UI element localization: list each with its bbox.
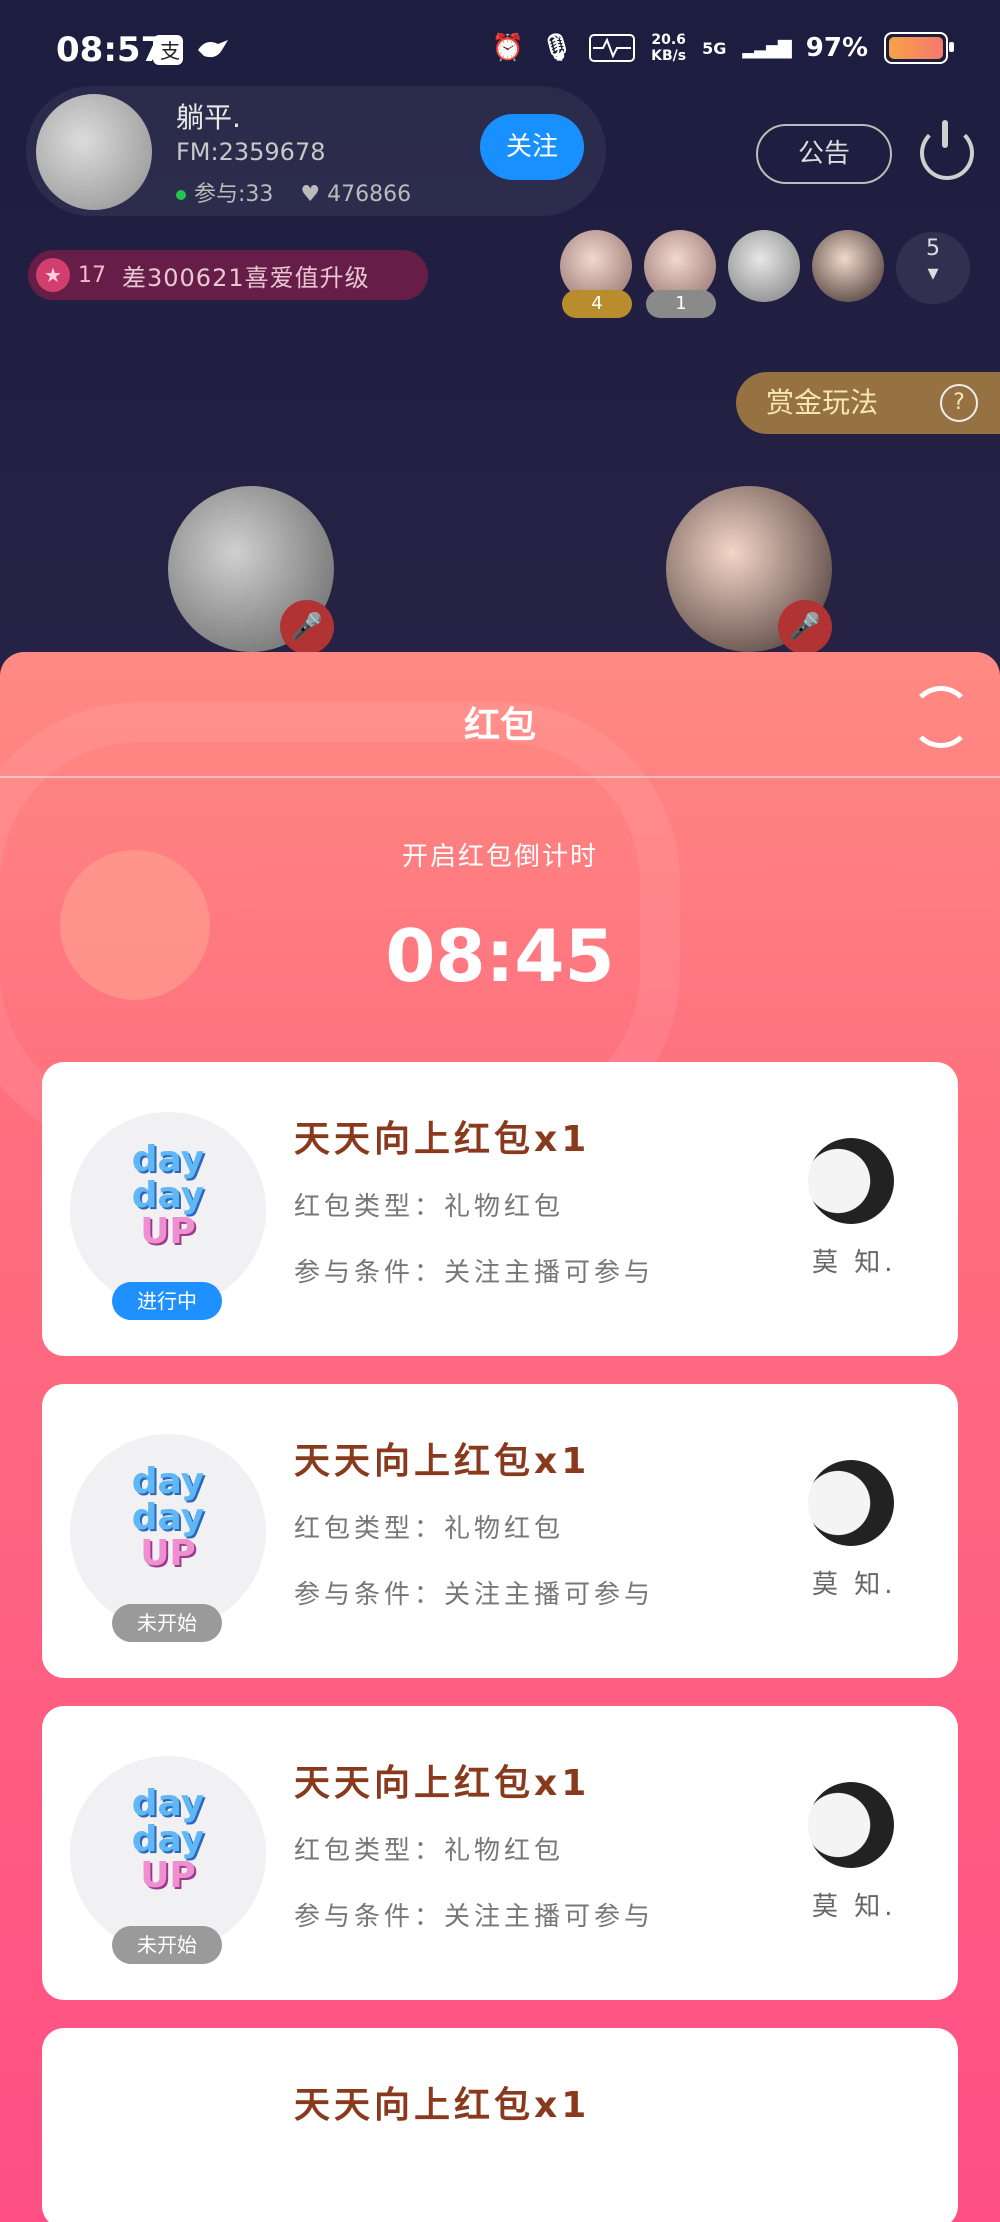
chevron-down-icon: ▾: [927, 261, 939, 286]
logo-line: day: [131, 1783, 205, 1824]
battery-icon: [884, 32, 954, 64]
battery-text: 97%: [805, 33, 868, 63]
packet-image: day day UP: [70, 1756, 266, 1952]
heart-icon: ♥: [300, 182, 321, 207]
host-name: 躺平.: [176, 101, 241, 134]
alipay-icon: 支: [152, 34, 184, 73]
logo-line: UP: [140, 1211, 196, 1252]
help-icon[interactable]: ?: [940, 384, 978, 422]
red-packet-card[interactable]: day day UP 未开始 天天向上红包x1 红包类型：礼物红包 参与条件：关注主…: [42, 1706, 958, 2000]
logo-line: day: [131, 1175, 205, 1216]
more-viewers-button[interactable]: 5 ▾: [896, 232, 970, 304]
viewer-badge: 4: [562, 290, 632, 318]
mic-off-icon: 🎤: [280, 600, 334, 654]
packet-title: 天天向上红包x1: [294, 1763, 591, 1804]
logo-line: UP: [140, 1855, 196, 1896]
status-time: 08:57: [56, 30, 165, 70]
red-packet-sheet: 红包 开启红包倒计时 08:45 day day UP 进行中 天天向上红包x1 红…: [0, 652, 1000, 2222]
packet-condition: 参与条件：关注主播可参与: [294, 1580, 655, 1610]
level-progress-banner[interactable]: ★ 17 差300621喜爱值升级: [28, 250, 428, 300]
alarm-icon: ⏰: [491, 33, 525, 63]
logo-line: day: [131, 1497, 205, 1538]
mic-status-icon: 🎙: [540, 33, 574, 63]
packet-image: day day UP: [70, 1434, 266, 1630]
likes-count: 476866: [327, 182, 412, 207]
bounty-play-button[interactable]: 赏金玩法 ?: [736, 372, 1000, 434]
status-right: ⏰ 🎙 20.6 KB/s 5G ▂▃▅▇ 97%: [491, 32, 954, 64]
host-stats: 参与:33 ♥ 476866: [176, 176, 411, 208]
sender-avatar[interactable]: [808, 1782, 894, 1868]
sender-name: 莫 知.: [812, 1248, 897, 1278]
mic-off-icon: 🎤: [778, 600, 832, 654]
refresh-icon[interactable]: [910, 686, 972, 748]
logo-line: day: [131, 1461, 205, 1502]
logo-line: day: [131, 1819, 205, 1860]
status-bar: 08:57 支 ⏰ 🎙 20.6 KB/s 5G ▂▃▅▇ 97%: [0, 0, 1000, 90]
svg-text:支: 支: [160, 39, 180, 63]
activity-icon: [589, 34, 636, 62]
bird-icon: [196, 34, 230, 71]
more-viewers-count: 5: [926, 236, 940, 261]
level-text: 差300621喜爱值升级: [122, 263, 370, 292]
host-card[interactable]: 躺平. FM:2359678 参与:33 ♥ 476866 关注: [26, 86, 606, 216]
net-speed-value: 20.6: [651, 32, 686, 48]
packet-type: 红包类型：礼物红包: [294, 1514, 565, 1544]
bounty-label: 赏金玩法: [766, 386, 879, 419]
sender-name: 莫 知.: [812, 1892, 897, 1922]
net-speed-unit: KB/s: [651, 48, 687, 64]
day-day-up-logo: day day UP: [112, 1786, 224, 1894]
day-day-up-logo: day day UP: [112, 1142, 224, 1250]
signal-label: 5G: [702, 38, 727, 58]
participant-count: 参与:33: [194, 182, 274, 207]
follow-button[interactable]: 关注: [480, 114, 584, 180]
status-badge: 未开始: [112, 1604, 222, 1642]
power-icon[interactable]: [920, 120, 974, 180]
star-icon: ★: [36, 258, 70, 292]
viewer-avatar[interactable]: [728, 230, 800, 302]
host-fm-id: FM:2359678: [176, 138, 326, 166]
packet-condition: 参与条件：关注主播可参与: [294, 1902, 655, 1932]
sender-name: 莫 知.: [812, 1570, 897, 1600]
sender-avatar[interactable]: [808, 1138, 894, 1224]
notice-button[interactable]: 公告: [756, 124, 892, 184]
red-packet-card[interactable]: day day UP 进行中 天天向上红包x1 红包类型：礼物红包 参与条件：关注主…: [42, 1062, 958, 1356]
packet-condition: 参与条件：关注主播可参与: [294, 1258, 655, 1288]
level-number: 17: [78, 262, 106, 288]
logo-line: UP: [140, 1533, 196, 1574]
viewer-avatar[interactable]: [812, 230, 884, 302]
packet-title: 天天向上红包x1: [294, 1441, 591, 1482]
packet-image: day day UP: [70, 1112, 266, 1308]
sender-avatar[interactable]: [808, 1460, 894, 1546]
divider: [0, 776, 1000, 778]
home-indicator[interactable]: [300, 2192, 700, 2202]
packet-type: 红包类型：礼物红包: [294, 1836, 565, 1866]
packet-title: 天天向上红包x1: [294, 2085, 591, 2126]
countdown-timer: 08:45: [385, 914, 615, 998]
packet-title: 天天向上红包x1: [294, 1119, 591, 1160]
online-dot-icon: [176, 190, 186, 200]
logo-line: day: [131, 1139, 205, 1180]
red-packet-card[interactable]: day day UP 未开始 天天向上红包x1 红包类型：礼物红包 参与条件：关注主…: [42, 1384, 958, 1678]
packet-type: 红包类型：礼物红包: [294, 1192, 565, 1222]
status-badge: 进行中: [112, 1282, 222, 1320]
sheet-title: 红包: [463, 705, 536, 746]
day-day-up-logo: day day UP: [112, 1464, 224, 1572]
countdown-label: 开启红包倒计时: [401, 842, 598, 872]
status-badge: 未开始: [112, 1926, 222, 1964]
signal-icon: ▂▃▅▇: [742, 37, 791, 59]
viewer-badge: 1: [646, 290, 716, 318]
net-speed: 20.6 KB/s: [651, 32, 686, 64]
host-avatar[interactable]: [36, 94, 152, 210]
